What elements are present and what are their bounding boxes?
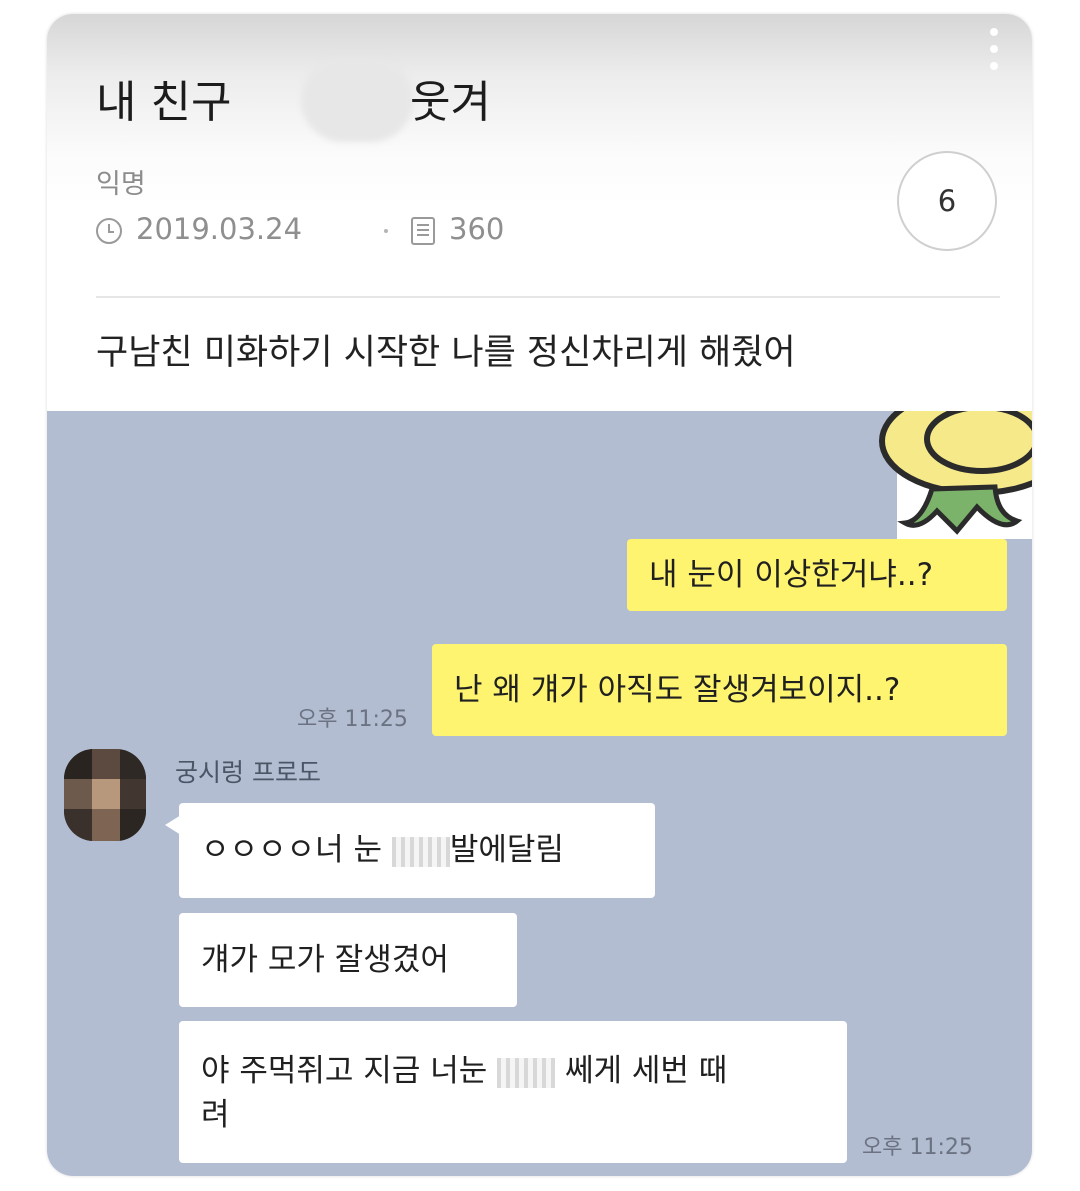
clock-icon (96, 218, 122, 244)
sticker-character-icon (827, 411, 1032, 539)
more-vertical-icon[interactable] (986, 28, 1002, 88)
blurred-name-mask (301, 58, 413, 142)
message-outgoing: 난 왜 걔가 아직도 잘생겨보이지..? (432, 644, 1007, 736)
post-title-right: 웃겨 (410, 77, 491, 128)
message-text: 발에달림 (449, 832, 564, 868)
comment-count-button[interactable]: 6 (897, 151, 997, 251)
post-author: 익명 (96, 169, 146, 200)
message-time: 오후 11:25 (297, 707, 408, 732)
message-incoming: ㅇㅇㅇㅇ너 눈 발에달림 (179, 803, 655, 898)
chat-screenshot: 내 눈이 이상한거냐..? 난 왜 걔가 아직도 잘생겨보이지..? 오후 11… (47, 411, 1032, 1176)
document-icon (411, 217, 435, 245)
meta-separator (384, 229, 388, 233)
message-text: 려 (201, 1097, 230, 1133)
avatar[interactable] (64, 749, 146, 841)
censored-word (391, 836, 450, 867)
post-title-left: 내 친구 (96, 77, 232, 128)
post-header: 내 친구 웃겨 익명 2019.03.24 360 6 구남친 미화하기 시작한… (47, 14, 1032, 414)
censored-word (497, 1057, 556, 1088)
message-incoming: 야 주먹쥐고 지금 너눈 쎄게 세번 때 려 (179, 1021, 847, 1163)
post-body: 구남친 미화하기 시작한 나를 정신차리게 해줬어 (96, 333, 796, 373)
message-outgoing: 내 눈이 이상한거냐..? (627, 539, 1007, 611)
message-incoming: 걔가 모가 잘생겼어 (179, 913, 517, 1007)
message-text: 야 주먹쥐고 지금 너눈 (201, 1053, 498, 1089)
message-text: ㅇㅇㅇㅇ너 눈 (201, 832, 392, 868)
sender-name: 궁시렁 프로도 (175, 758, 321, 787)
message-time: 오후 11:25 (862, 1135, 973, 1160)
divider (96, 296, 1000, 298)
post-card: 내 친구 웃겨 익명 2019.03.24 360 6 구남친 미화하기 시작한… (47, 14, 1032, 1176)
post-date: 2019.03.24 (136, 212, 303, 246)
message-text: 쎄게 세번 때 (555, 1053, 728, 1089)
post-views: 360 (449, 212, 505, 246)
